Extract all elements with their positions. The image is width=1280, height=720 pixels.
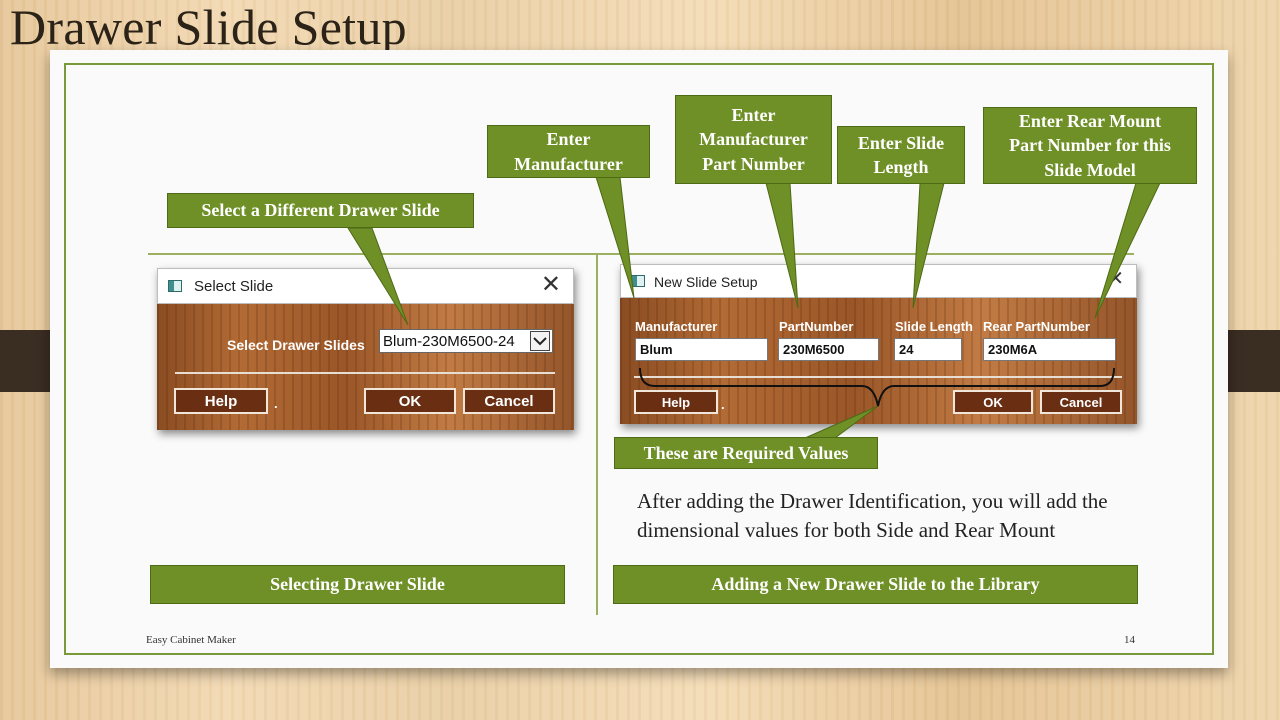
dialog-separator — [175, 372, 555, 374]
cancel-button[interactable]: Cancel — [1040, 390, 1122, 414]
body-text: After adding the Drawer Identification, … — [637, 489, 1108, 543]
dialog-separator — [634, 376, 1122, 378]
slide-length-field[interactable] — [894, 338, 962, 361]
close-icon[interactable]: ✕ — [541, 273, 561, 297]
caption-selecting-drawer-slide: Selecting Drawer Slide — [150, 565, 565, 604]
caption-adding-new-drawer-slide: Adding a New Drawer Slide to the Library — [613, 565, 1138, 604]
rear-part-number-label: Rear PartNumber — [983, 319, 1090, 334]
callout-enter-part-number: Enter Manufacturer Part Number — [675, 95, 832, 184]
slide-length-label: Slide Length — [895, 319, 973, 334]
app-icon — [168, 280, 182, 292]
ok-button[interactable]: OK — [364, 388, 456, 414]
help-button[interactable]: Help — [634, 390, 718, 414]
dot-marker: . — [721, 397, 725, 412]
manufacturer-field[interactable] — [635, 338, 768, 361]
divider-horizontal — [148, 253, 1134, 255]
chevron-down-icon[interactable] — [530, 331, 550, 351]
callout-enter-slide-length: Enter Slide Length — [837, 126, 965, 184]
selected-value: Blum-230M6500-24 — [383, 333, 515, 350]
cancel-button[interactable]: Cancel — [463, 388, 555, 414]
dot-marker: . — [274, 396, 278, 411]
select-slide-dialog: Select Slide ✕ Select Drawer Slides Blum… — [157, 268, 574, 430]
callout-select-different-slide: Select a Different Drawer Slide — [167, 193, 474, 228]
manufacturer-label: Manufacturer — [635, 319, 718, 334]
ok-button[interactable]: OK — [953, 390, 1033, 414]
footer-left: Easy Cabinet Maker — [146, 634, 236, 646]
select-drawer-slides-label: Select Drawer Slides — [227, 337, 365, 353]
rear-part-number-field[interactable] — [983, 338, 1116, 361]
app-icon — [631, 275, 645, 287]
help-button[interactable]: Help — [174, 388, 268, 414]
slide-title: Drawer Slide Setup — [10, 0, 407, 55]
callout-enter-manufacturer: Enter Manufacturer — [487, 125, 650, 178]
dialog-title: Select Slide — [194, 278, 274, 295]
callout-enter-rear-mount: Enter Rear Mount Part Number for this Sl… — [983, 107, 1197, 184]
page-number: 14 — [1124, 634, 1135, 646]
divider-vertical — [596, 253, 598, 615]
new-slide-setup-dialog: New Slide Setup ✕ Manufacturer PartNumbe… — [620, 264, 1137, 424]
part-number-label: PartNumber — [779, 319, 854, 334]
callout-required-values: These are Required Values — [614, 437, 878, 469]
dialog-titlebar: Select Slide ✕ — [157, 268, 574, 304]
dialog-titlebar: New Slide Setup ✕ — [620, 264, 1137, 298]
dialog-title: New Slide Setup — [654, 274, 758, 290]
part-number-field[interactable] — [778, 338, 879, 361]
dialog-body: Select Drawer Slides Blum-230M6500-24 He… — [157, 304, 574, 430]
close-icon[interactable]: ✕ — [1107, 269, 1124, 289]
drawer-slide-select[interactable]: Blum-230M6500-24 — [379, 329, 553, 353]
dialog-body: Manufacturer PartNumber Slide Length Rea… — [620, 298, 1137, 424]
